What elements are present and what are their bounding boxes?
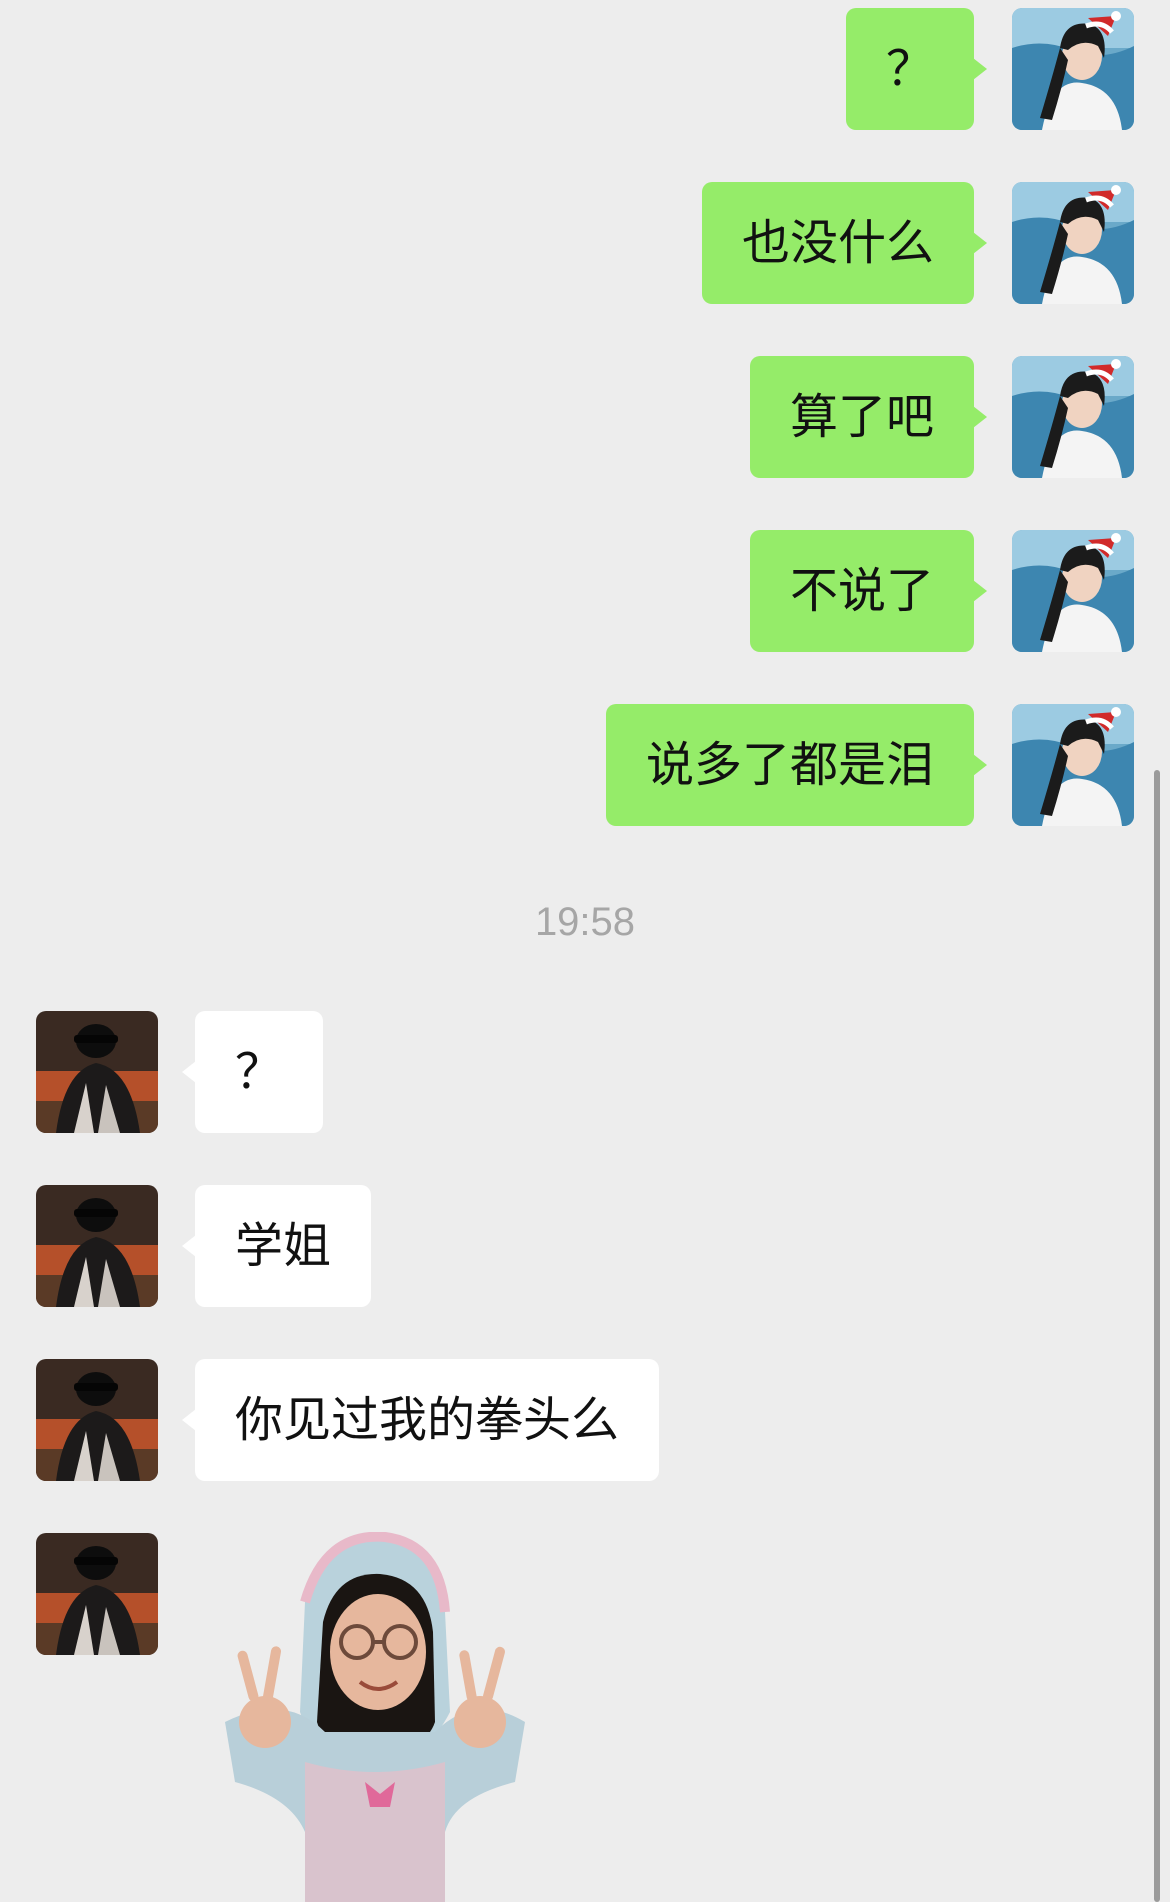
self-avatar[interactable] [1012, 356, 1134, 478]
contact-avatar-image-icon [36, 1185, 158, 1307]
incoming-message-bubble[interactable]: ？ [181, 1011, 324, 1133]
message-timestamp: 19:58 [534, 900, 636, 944]
outgoing-message-bubble[interactable]: 也没什么 [701, 182, 988, 304]
self-avatar[interactable] [1012, 530, 1134, 652]
contact-avatar[interactable] [36, 1533, 158, 1655]
outgoing-message-bubble[interactable]: 算了吧 [749, 356, 988, 478]
chat-scrollbar[interactable] [1154, 770, 1160, 1902]
self-avatar[interactable] [1012, 182, 1134, 304]
contact-avatar[interactable] [36, 1011, 158, 1133]
self-avatar-image-icon [1012, 356, 1134, 478]
incoming-message-bubble[interactable]: 学姐 [181, 1185, 372, 1307]
self-avatar[interactable] [1012, 8, 1134, 130]
outgoing-message-bubble[interactable]: ？ [845, 8, 988, 130]
contact-avatar[interactable] [36, 1185, 158, 1307]
contact-avatar-image-icon [36, 1533, 158, 1655]
outgoing-message-bubble[interactable]: 说多了都是泪 [605, 704, 988, 826]
contact-avatar[interactable] [36, 1359, 158, 1481]
self-avatar-image-icon [1012, 704, 1134, 826]
contact-avatar-image-icon [36, 1359, 158, 1481]
sticker-message[interactable] [195, 1532, 550, 1902]
chat-history[interactable]: ？ 也没什么 算了吧 不说了 说多了都是泪 19:58 ？ 学姐 你见过我的拳头… [0, 0, 1170, 1902]
incoming-message-bubble[interactable]: 你见过我的拳头么 [181, 1359, 660, 1481]
self-avatar-image-icon [1012, 530, 1134, 652]
outgoing-message-bubble[interactable]: 不说了 [749, 530, 988, 652]
self-avatar[interactable] [1012, 704, 1134, 826]
self-avatar-image-icon [1012, 182, 1134, 304]
self-avatar-image-icon [1012, 8, 1134, 130]
sticker-girl-peace-sign-icon [225, 1532, 525, 1902]
contact-avatar-image-icon [36, 1011, 158, 1133]
